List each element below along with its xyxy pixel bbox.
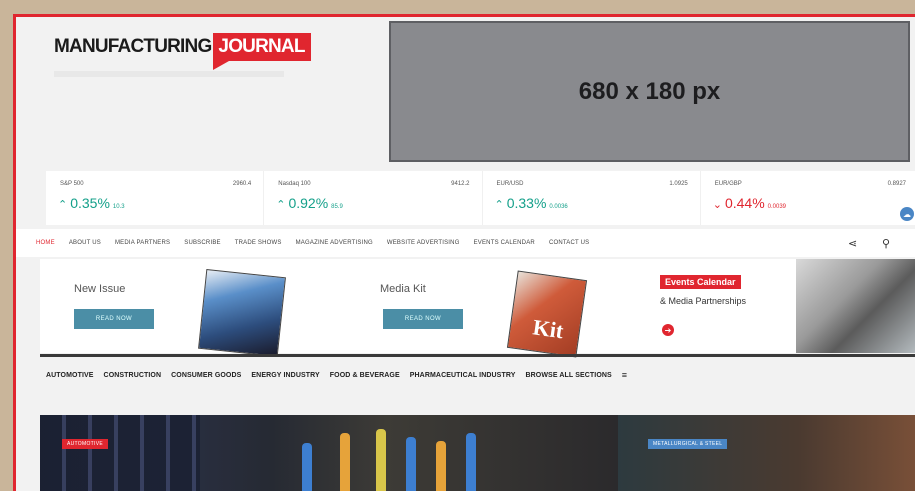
ticker-change-sub: 10.3 [112,204,125,210]
nav-item-website-advertising[interactable]: WEBSITE ADVERTISING [387,240,460,246]
ticker-change: ⌃ 0.33% 0.0036 [495,195,568,211]
media-kit-title: Media Kit [380,283,426,295]
events-photo [796,259,915,353]
ticker-item[interactable]: Nasdaq 100 9412.2 ⌃ 0.92% 85.9 [264,171,483,225]
up-arrow-icon: ⌃ [276,199,286,211]
sections-menu: AUTOMOTIVE CONSTRUCTION CONSUMER GOODS E… [46,361,915,389]
category-badge[interactable]: AUTOMOTIVE [62,439,108,449]
hero-article-automotive[interactable]: AUTOMOTIVE [40,415,618,491]
logo-text-journal: JOURNAL [213,33,311,70]
section-energy-industry[interactable]: ENERGY INDUSTRY [251,372,319,379]
ticker-item[interactable]: S&P 500 2960.4 ⌃ 0.35% 10.3 [46,171,265,225]
main-nav: HOME ABOUT US MEDIA PARTNERS SUBSCRIBE T… [16,229,915,257]
media-kit-read-button[interactable]: READ NOW [383,309,463,329]
section-construction[interactable]: CONSTRUCTION [104,372,162,379]
hose-graphic [376,429,386,491]
ticker-name: Nasdaq 100 [278,181,311,187]
ticker-value: 0.8927 [887,181,906,187]
logo-text-manufacturing: MANUFACTURING [54,36,212,57]
category-badge[interactable]: METALLURGICAL & STEEL [648,439,728,449]
nav-item-subscribe[interactable]: SUBSCRIBE [184,240,220,246]
hose-graphic [466,433,476,491]
market-ticker: S&P 500 2960.4 ⌃ 0.35% 10.3 Nasdaq 100 9… [46,171,915,225]
events-calendar-tag[interactable]: Events Calendar [660,275,741,289]
up-arrow-icon: ⌃ [494,199,504,211]
nav-item-trade-shows[interactable]: TRADE SHOWS [235,240,282,246]
section-pharmaceutical-industry[interactable]: PHARMACEUTICAL INDUSTRY [410,372,516,379]
ticker-item[interactable]: EUR/GBP 0.8927 ⌄ 0.44% 0.0039 ☁ [701,171,915,225]
media-kit-cover-text: Kit [531,314,566,344]
hose-graphic [406,437,416,491]
up-arrow-icon: ⌃ [58,199,68,211]
hose-graphic [436,441,446,491]
ticker-value: 9412.2 [451,181,470,187]
ticker-change-percent: 0.35% [70,195,110,211]
promo-strip: New Issue READ NOW Media Kit READ NOW Ki… [40,259,915,358]
hero-articles: AUTOMOTIVE METALLURGICAL & STEEL [40,415,915,491]
new-issue-read-button[interactable]: READ NOW [74,309,154,329]
ticker-name: S&P 500 [60,181,84,187]
ticker-change: ⌄ 0.44% 0.0039 [713,195,786,211]
menu-icon[interactable]: ≡ [622,370,627,380]
ticker-change: ⌃ 0.35% 10.3 [58,195,125,211]
arrow-right-icon[interactable]: ➔ [662,324,674,336]
nav-item-about-us[interactable]: ABOUT US [69,240,101,246]
section-food-beverage[interactable]: FOOD & BEVERAGE [330,372,400,379]
nav-item-media-partners[interactable]: MEDIA PARTNERS [115,240,170,246]
nav-item-home[interactable]: HOME [36,240,55,246]
section-consumer-goods[interactable]: CONSUMER GOODS [171,372,241,379]
page-frame: MANUFACTURING JOURNAL 680 x 180 px S&P 5… [13,14,915,491]
hero-article-metallurgical[interactable]: METALLURGICAL & STEEL [618,415,915,491]
site-logo[interactable]: MANUFACTURING JOURNAL [54,33,311,70]
search-icon[interactable]: ⚲ [882,237,890,250]
logo-tagline [54,71,284,77]
down-arrow-icon: ⌄ [712,199,722,211]
ticker-change-percent: 0.92% [288,195,329,211]
ticker-value: 2960.4 [232,181,252,187]
hose-graphic [340,433,350,491]
new-issue-magazine-cover[interactable] [198,269,286,357]
media-kit-cover[interactable]: Kit [506,270,588,358]
new-issue-title: New Issue [74,283,126,295]
hose-graphic [302,443,312,491]
ticker-name: EUR/USD [496,181,524,187]
section-browse-all[interactable]: BROWSE ALL SECTIONS [526,372,612,379]
hero-grid-background [40,415,200,491]
ticker-change-percent: 0.44% [724,195,765,211]
ticker-change-sub: 0.0039 [767,204,787,210]
ticker-item[interactable]: EUR/USD 1.0925 ⌃ 0.33% 0.0036 [483,171,701,225]
events-calendar-subtitle: & Media Partnerships [660,296,747,306]
nav-item-events-calendar[interactable]: EVENTS CALENDAR [474,240,535,246]
section-divider [40,354,915,357]
ad-size-label: 680 x 180 px [578,77,721,105]
nav-item-contact-us[interactable]: CONTACT US [549,240,589,246]
ticker-name: EUR/GBP [714,181,742,187]
cloud-icon[interactable]: ☁ [900,207,914,221]
section-automotive[interactable]: AUTOMOTIVE [46,372,94,379]
ticker-value: 1.0925 [669,181,688,187]
ticker-change-sub: 0.0036 [549,204,568,210]
ticker-change-percent: 0.33% [506,195,547,211]
nav-item-magazine-advertising[interactable]: MAGAZINE ADVERTISING [296,240,373,246]
ad-banner-placeholder[interactable]: 680 x 180 px [389,21,910,162]
share-icon[interactable]: ⋖ [848,237,857,250]
ticker-change-sub: 85.9 [331,204,343,210]
ticker-change: ⌃ 0.92% 85.9 [276,195,343,211]
